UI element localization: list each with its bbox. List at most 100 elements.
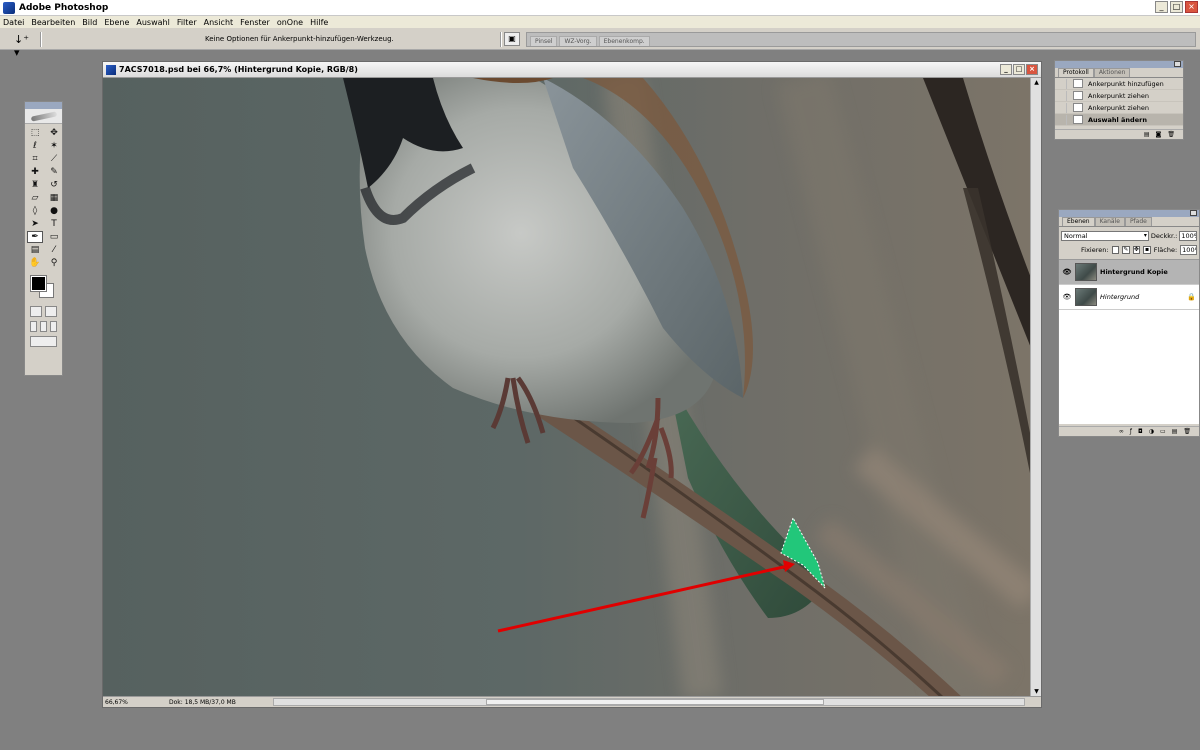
tab-history[interactable]: Protokoll xyxy=(1058,68,1094,77)
layer-style-icon[interactable]: ƒ xyxy=(1130,428,1132,435)
layers-panel-grip[interactable] xyxy=(1059,210,1199,217)
history-panel-grip[interactable] xyxy=(1055,61,1183,68)
adjustment-layer-icon[interactable]: ◑ xyxy=(1149,428,1154,435)
delete-layer-icon[interactable]: 🗑 xyxy=(1183,428,1191,435)
eraser-tool-icon[interactable]: ▱ xyxy=(27,192,43,204)
menu-onone[interactable]: onOne xyxy=(277,18,303,27)
history-item-current[interactable]: Auswahl ändern xyxy=(1055,114,1183,126)
menu-hilfe[interactable]: Hilfe xyxy=(310,18,328,27)
blur-tool-icon[interactable]: ◊ xyxy=(27,205,43,217)
history-source-checkbox[interactable] xyxy=(1057,78,1067,89)
image-canvas[interactable] xyxy=(103,78,1031,698)
document-titlebar[interactable]: 7ACS7018.psd bei 66,7% (Hintergrund Kopi… xyxy=(103,62,1041,78)
full-screen-icon[interactable] xyxy=(50,321,57,332)
tab-actions[interactable]: Aktionen xyxy=(1093,68,1131,77)
add-anchor-point-tool-preset-icon[interactable]: ↓⁺ ▾ xyxy=(14,33,34,59)
lock-all-icon[interactable]: ▪ xyxy=(1143,246,1151,254)
pen-tool-icon[interactable]: ✒ xyxy=(27,231,43,243)
standard-screen-icon[interactable] xyxy=(30,321,37,332)
foreground-color-swatch[interactable] xyxy=(30,275,47,292)
palette-well-tab-tool-presets[interactable]: WZ-Vorg. xyxy=(559,36,597,46)
panel-close-icon[interactable] xyxy=(1174,61,1181,67)
slice-tool-icon[interactable]: ⟋ xyxy=(46,153,62,165)
tab-channels[interactable]: Kanäle xyxy=(1094,217,1125,226)
menu-bearbeiten[interactable]: Bearbeiten xyxy=(31,18,75,27)
maximize-icon[interactable]: □ xyxy=(1170,1,1183,13)
magic-wand-tool-icon[interactable]: ✶ xyxy=(46,140,62,152)
move-tool-icon[interactable]: ✥ xyxy=(46,127,62,139)
menu-ebene[interactable]: Ebene xyxy=(104,18,129,27)
history-source-checkbox[interactable] xyxy=(1057,102,1067,113)
history-source-checkbox[interactable] xyxy=(1057,114,1067,125)
healing-brush-tool-icon[interactable]: ✚ xyxy=(27,166,43,178)
fill-input[interactable]: 100% xyxy=(1180,245,1198,255)
document-size[interactable]: Dok: 18,5 MB/37,0 MB xyxy=(169,699,279,706)
toggle-palettes-icon[interactable]: ▣ xyxy=(504,32,520,46)
layer-mask-icon[interactable]: ◘ xyxy=(1138,428,1143,435)
menu-ansicht[interactable]: Ansicht xyxy=(204,18,234,27)
zoom-tool-icon[interactable]: ⚲ xyxy=(46,257,62,269)
type-tool-icon[interactable]: T xyxy=(46,218,62,230)
new-layer-icon[interactable]: ▤ xyxy=(1172,428,1178,435)
jump-to-imageready-icon[interactable] xyxy=(30,336,57,347)
history-item[interactable]: Ankerpunkt hinzufügen xyxy=(1055,78,1183,90)
menu-filter[interactable]: Filter xyxy=(177,18,197,27)
new-group-icon[interactable]: ▭ xyxy=(1160,428,1166,435)
lock-position-icon[interactable]: ✥ xyxy=(1132,246,1141,254)
panel-close-icon[interactable] xyxy=(1190,210,1197,216)
brush-tool-icon[interactable]: ✎ xyxy=(46,166,62,178)
palette-well-tab-brushes[interactable]: Pinsel xyxy=(530,36,558,46)
layer-row[interactable]: 👁 Hintergrund 🔒 xyxy=(1059,285,1199,310)
history-brush-tool-icon[interactable]: ↺ xyxy=(46,179,62,191)
document-statusbar: 66,67% Dok: 18,5 MB/37,0 MB xyxy=(103,696,1041,707)
layer-row-selected[interactable]: 👁 Hintergrund Kopie xyxy=(1059,260,1199,285)
menu-fenster[interactable]: Fenster xyxy=(240,18,270,27)
path-selection-tool-icon[interactable]: ➤ xyxy=(27,218,43,230)
document-maximize-icon[interactable]: □ xyxy=(1013,64,1025,75)
horizontal-scroll-thumb[interactable] xyxy=(486,699,824,705)
history-source-checkbox[interactable] xyxy=(1057,90,1067,101)
document-minimize-icon[interactable]: _ xyxy=(1000,64,1012,75)
new-snapshot-icon[interactable]: ◙ xyxy=(1156,131,1162,138)
link-layers-icon[interactable]: ∞ xyxy=(1119,428,1124,435)
quick-mask-mode-icon[interactable] xyxy=(45,306,57,317)
layer-thumbnail xyxy=(1075,263,1097,281)
opacity-input[interactable]: 100% xyxy=(1179,231,1197,241)
menu-bild[interactable]: Bild xyxy=(82,18,97,27)
palette-well-tab-layer-comps[interactable]: Ebenenkomp. xyxy=(598,36,650,46)
eyedropper-tool-icon[interactable]: ⁄ xyxy=(46,244,62,256)
new-document-from-state-icon[interactable]: ▤ xyxy=(1144,131,1150,138)
document-close-icon[interactable]: × xyxy=(1026,64,1038,75)
standard-mode-icon[interactable] xyxy=(30,306,42,317)
feather-logo-icon[interactable] xyxy=(25,109,62,124)
lock-image-icon[interactable]: ✎ xyxy=(1122,246,1130,254)
lock-transparency-icon[interactable] xyxy=(1111,246,1120,254)
delete-state-icon[interactable]: 🗑 xyxy=(1167,131,1175,138)
toolbox-grip[interactable] xyxy=(25,102,62,109)
history-item[interactable]: Ankerpunkt ziehen xyxy=(1055,90,1183,102)
full-screen-menu-icon[interactable] xyxy=(40,321,47,332)
close-icon[interactable]: × xyxy=(1185,1,1198,13)
visibility-eye-icon[interactable]: 👁 xyxy=(1061,293,1073,301)
horizontal-scrollbar[interactable] xyxy=(273,698,1025,706)
hand-tool-icon[interactable]: ✋ xyxy=(27,257,43,269)
clone-stamp-tool-icon[interactable]: ♜ xyxy=(27,179,43,191)
scroll-up-icon[interactable]: ▲ xyxy=(1032,79,1041,88)
marquee-tool-icon[interactable]: ⬚ xyxy=(27,127,43,139)
dodge-tool-icon[interactable]: ● xyxy=(46,205,62,217)
menu-auswahl[interactable]: Auswahl xyxy=(136,18,169,27)
crop-tool-icon[interactable]: ⌗ xyxy=(27,153,43,165)
tab-paths[interactable]: Pfade xyxy=(1124,217,1152,226)
minimize-icon[interactable]: _ xyxy=(1155,1,1168,13)
vertical-scrollbar[interactable]: ▲ ▼ xyxy=(1030,78,1041,698)
zoom-level[interactable]: 66,67% xyxy=(103,699,135,706)
tab-layers[interactable]: Ebenen xyxy=(1062,217,1095,226)
shape-tool-icon[interactable]: ▭ xyxy=(46,231,62,243)
notes-tool-icon[interactable]: ▤ xyxy=(27,244,43,256)
blend-mode-select[interactable]: Normal xyxy=(1061,231,1149,241)
history-item[interactable]: Ankerpunkt ziehen xyxy=(1055,102,1183,114)
menu-datei[interactable]: Datei xyxy=(3,18,24,27)
visibility-eye-icon[interactable]: 👁 xyxy=(1061,268,1073,276)
gradient-tool-icon[interactable]: ▦ xyxy=(46,192,62,204)
lasso-tool-icon[interactable]: ℓ xyxy=(27,140,43,152)
